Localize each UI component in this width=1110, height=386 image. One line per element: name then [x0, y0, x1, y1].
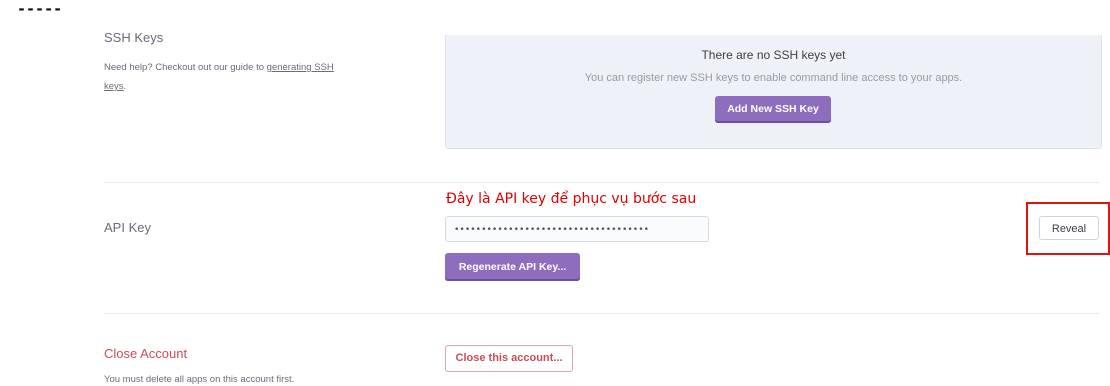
ssh-empty-subtitle: You can register new SSH keys to enable … — [584, 72, 963, 84]
regenerate-api-key-button[interactable]: Regenerate API Key... — [445, 253, 580, 281]
section-divider — [104, 313, 1100, 314]
section-divider — [104, 182, 1100, 183]
close-account-note: You must delete all apps on this account… — [104, 374, 295, 385]
ssh-keys-empty-panel: There are no SSH keys yet You can regist… — [445, 35, 1102, 149]
highlight-annotation-box — [1026, 202, 1110, 255]
api-key-label: API Key — [104, 220, 151, 235]
close-account-title: Close Account — [104, 346, 188, 361]
ssh-help-text: Need help? Checkout out our guide to gen… — [104, 58, 344, 96]
ssh-keys-title: SSH Keys — [104, 30, 164, 45]
ssh-help-suffix: . — [123, 81, 127, 92]
add-ssh-key-button[interactable]: Add New SSH Key — [715, 96, 831, 123]
ssh-empty-title: There are no SSH keys yet — [701, 48, 846, 62]
header-marker: ----- — [17, 0, 63, 18]
annotation-note: Đây là API key để phục vụ bước sau — [446, 191, 697, 207]
ssh-help-prefix: Need help? Checkout out our guide to — [104, 62, 267, 73]
api-key-field[interactable]: •••••••••••••••••••••••••••••••••••• — [445, 216, 709, 242]
close-account-button[interactable]: Close this account... — [445, 345, 573, 372]
